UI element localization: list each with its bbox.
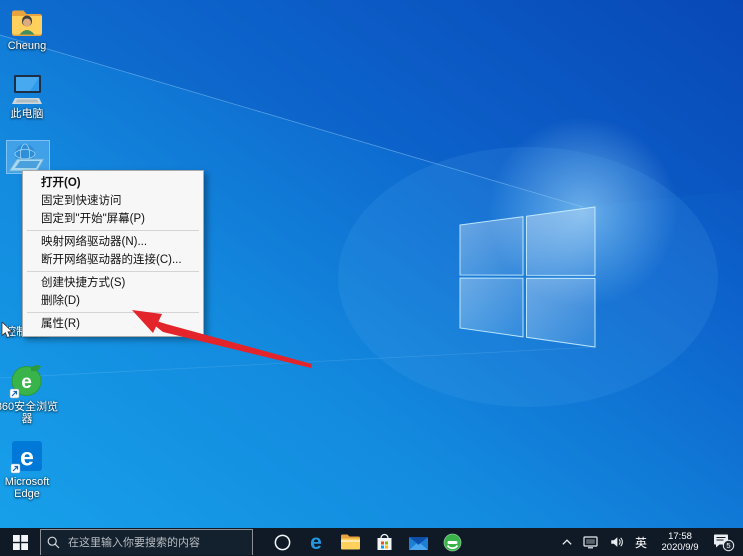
tray-language-indicator[interactable]: 英 — [629, 528, 653, 556]
svg-text:e: e — [21, 372, 32, 393]
menu-item-disconnect-network-drive[interactable]: 断开网络驱动器的连接(C)... — [23, 251, 203, 269]
tray-action-center-button[interactable]: 5 — [707, 528, 743, 556]
chevron-up-icon — [561, 536, 573, 548]
taskbar-file-explorer-button[interactable] — [333, 528, 367, 556]
windows-desktop: Cheung 此电脑 控制面板 e — [0, 0, 743, 556]
shortcut-arrow-badge — [10, 389, 19, 398]
desktop-icon-network[interactable] — [0, 142, 60, 173]
this-pc-icon — [10, 74, 44, 106]
menu-item-properties[interactable]: 属性(R) — [23, 315, 203, 333]
notification-badge: 5 — [726, 541, 730, 550]
svg-text:e: e — [20, 444, 34, 472]
taskbar-search-box[interactable] — [40, 529, 253, 555]
file-explorer-icon — [340, 533, 361, 551]
menu-separator — [27, 312, 199, 313]
tray-clock[interactable]: 17:58 2020/9/9 — [653, 531, 707, 553]
taskbar-mail-button[interactable] — [401, 528, 435, 556]
language-label: 英 — [635, 534, 647, 551]
menu-separator — [27, 271, 199, 272]
desktop-icon-user-folder[interactable]: Cheung — [0, 5, 60, 52]
desktop-icon-edge[interactable]: e Microsoft Edge — [0, 440, 60, 500]
taskbar-360-browser-button[interactable] — [435, 528, 469, 556]
mail-icon — [408, 534, 429, 551]
cortana-icon — [273, 533, 292, 552]
tray-network-button[interactable] — [578, 528, 604, 556]
search-icon — [47, 536, 60, 549]
edge-icon: e — [10, 440, 44, 474]
desktop-icon-label: 360安全浏览器 — [0, 401, 60, 425]
menu-item-open[interactable]: 打开(O) — [23, 174, 203, 192]
store-icon — [375, 532, 394, 552]
menu-item-create-shortcut[interactable]: 创建快捷方式(S) — [23, 274, 203, 292]
taskbar-cortana-button[interactable] — [265, 528, 299, 556]
desktop-icon-this-pc[interactable]: 此电脑 — [0, 74, 60, 120]
svg-text:e: e — [310, 531, 322, 553]
desktop-icon-label: 此电脑 — [0, 108, 60, 120]
user-folder-icon — [9, 5, 45, 38]
tray-show-hidden-icons-button[interactable] — [556, 528, 578, 556]
network-ethernet-icon — [583, 535, 599, 549]
menu-item-delete[interactable]: 删除(D) — [23, 292, 203, 310]
desktop-icon-label: Cheung — [0, 40, 60, 52]
360-browser-icon — [443, 533, 462, 552]
action-center-icon: 5 — [713, 532, 735, 552]
tray-volume-button[interactable] — [604, 528, 629, 556]
network-icon — [7, 142, 47, 173]
desktop-icon-360-browser[interactable]: e 360安全浏览器 — [0, 363, 60, 425]
search-input[interactable] — [66, 536, 246, 550]
menu-item-pin-to-start[interactable]: 固定到"开始"屏幕(P) — [23, 210, 203, 228]
speaker-icon — [609, 535, 624, 549]
edge-icon: e — [305, 531, 327, 553]
windows-start-icon — [13, 535, 28, 550]
360-browser-icon: e — [9, 363, 45, 399]
taskbar-edge-button[interactable]: e — [299, 528, 333, 556]
taskbar: e — [0, 528, 743, 556]
taskbar-store-button[interactable] — [367, 528, 401, 556]
menu-item-pin-quick-access[interactable]: 固定到快速访问 — [23, 192, 203, 210]
context-menu: 打开(O) 固定到快速访问 固定到"开始"屏幕(P) 映射网络驱动器(N)...… — [22, 170, 204, 337]
desktop-icon-label: Microsoft Edge — [0, 476, 60, 500]
system-tray: 英 17:58 2020/9/9 5 — [556, 528, 743, 556]
menu-separator — [27, 230, 199, 231]
start-button[interactable] — [0, 528, 40, 556]
shortcut-arrow-badge — [11, 464, 20, 473]
clock-time: 17:58 — [655, 531, 705, 542]
clock-date: 2020/9/9 — [655, 542, 705, 553]
menu-item-map-network-drive[interactable]: 映射网络驱动器(N)... — [23, 233, 203, 251]
